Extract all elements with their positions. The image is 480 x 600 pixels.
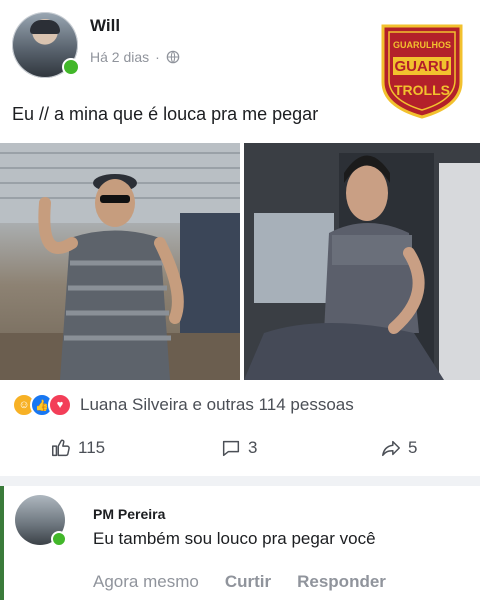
share-icon (382, 440, 400, 457)
logo-line3: TROLLS (394, 82, 450, 98)
comment-reply-button[interactable]: Responder (297, 572, 386, 592)
online-status-icon (62, 58, 80, 76)
comment-highlight-bar (0, 486, 4, 600)
commenter-online-icon (51, 531, 67, 547)
logo-line1: GUARULHOS (393, 40, 451, 50)
reactions-summary[interactable]: ☺ 👍 ♥ Luana Silveira e outras 114 pessoa… (12, 393, 354, 417)
comment-author[interactable]: PM Pereira (93, 506, 165, 522)
post-meta: Há 2 dias · (90, 49, 180, 65)
globe-icon (166, 50, 180, 64)
share-count: 5 (408, 438, 418, 457)
share-button[interactable]: 5 (380, 437, 417, 459)
comment-count: 3 (248, 438, 258, 457)
meta-separator: · (155, 49, 160, 65)
photo-right[interactable] (244, 143, 480, 380)
like-count: 115 (78, 438, 106, 457)
love-reaction-icon: ♥ (48, 393, 72, 417)
logo-line2: GUARU (395, 58, 450, 75)
comment-like-button[interactable]: Curtir (225, 572, 271, 592)
photo-left-illustration (0, 143, 240, 380)
comment-icon (222, 440, 240, 457)
post-actions: 115 3 5 (0, 437, 480, 465)
post-text: Eu // a mina que é louca pra me pegar (12, 104, 319, 124)
like-button[interactable]: 115 (50, 437, 105, 459)
photo-right-illustration (244, 143, 480, 380)
author-name[interactable]: Will (90, 16, 120, 36)
author-avatar[interactable] (12, 12, 80, 78)
comment-text: Eu também sou louco pra pegar você (93, 529, 376, 548)
avatar-cap (30, 20, 60, 34)
photo-left[interactable] (0, 143, 240, 380)
post-time[interactable]: Há 2 dias (90, 49, 149, 65)
comment-actions: Agora mesmo Curtir Responder (93, 572, 386, 592)
thumbs-up-icon (52, 439, 70, 457)
guarutrolls-logo: GUARULHOS GUARU TROLLS (381, 24, 463, 119)
reactions-label: Luana Silveira e outras 114 pessoas (80, 395, 354, 414)
section-divider (0, 476, 480, 486)
comment-time: Agora mesmo (93, 572, 199, 591)
commenter-avatar[interactable] (15, 495, 67, 547)
comment-button[interactable]: 3 (220, 437, 257, 459)
